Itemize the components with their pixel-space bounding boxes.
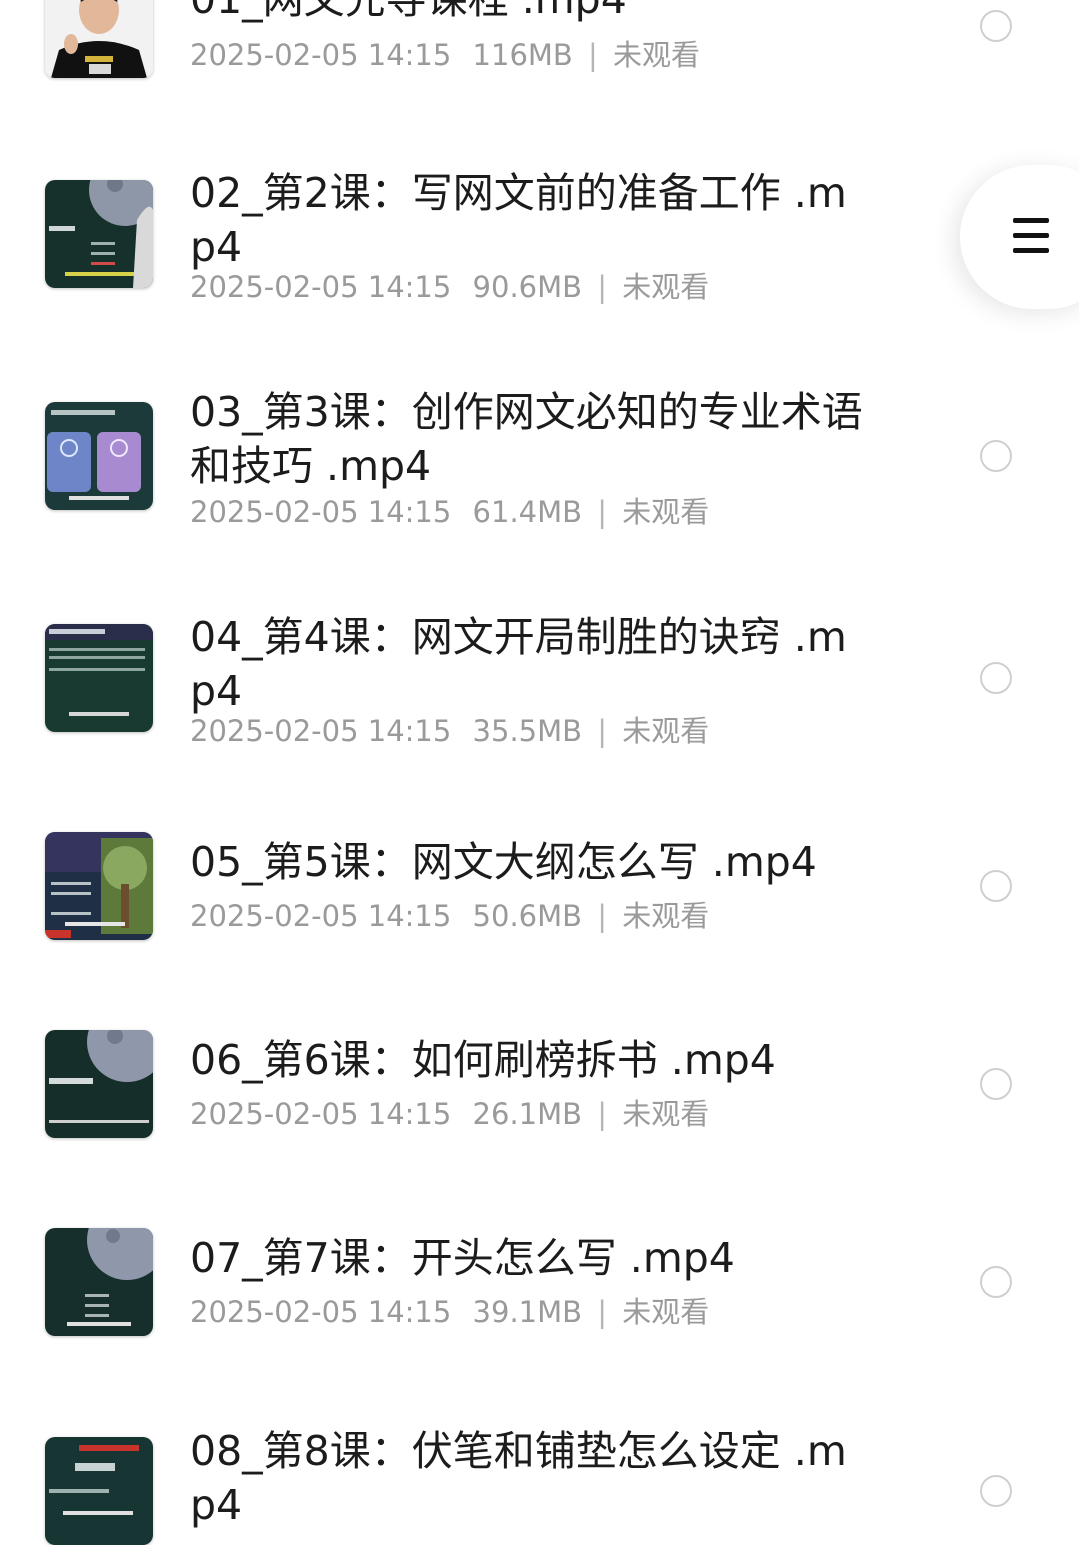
select-radio[interactable] [980,1266,1012,1298]
floating-menu-button[interactable] [960,165,1079,309]
watch-status: 未观看 [622,495,710,529]
file-name: 07_第7课：开头怎么写 .mp4 [190,1234,735,1282]
menu-icon [1013,218,1049,254]
watch-status: 未观看 [622,1295,710,1329]
select-radio[interactable] [980,1068,1012,1100]
meta-divider: | [597,495,608,529]
select-radio[interactable] [980,870,1012,902]
meta-divider: | [597,1295,608,1329]
watch-status: 未观看 [613,38,701,72]
file-size: 26.1MB [472,1097,583,1131]
file-size: 35.5MB [472,714,583,748]
meta-divider: | [597,1097,608,1131]
meta-divider: | [597,270,608,304]
file-date: 2025-02-05 14:15 [190,1295,452,1329]
file-name: 06_第6课：如何刷榜拆书 .mp4 [190,1036,776,1084]
file-meta: 2025-02-05 14:15 61.4MB | 未观看 [190,495,870,529]
file-date: 2025-02-05 14:15 [190,270,452,304]
file-meta: 2025-02-05 14:15 39.1MB | 未观看 [190,1295,870,1329]
meta-divider: | [597,714,608,748]
video-thumbnail [45,402,153,510]
select-radio[interactable] [980,440,1012,472]
file-size: 90.6MB [472,270,583,304]
select-radio[interactable] [980,10,1012,42]
file-name: 05_第5课：网文大纲怎么写 .mp4 [190,838,817,886]
video-thumbnail [45,1030,153,1138]
file-meta: 2025-02-05 14:15 90.6MB | 未观看 [190,270,870,304]
file-date: 2025-02-05 14:15 [190,714,452,748]
meta-divider: | [588,38,598,72]
file-name: 01_网文先导课程 .mp4 [190,0,870,26]
meta-divider: | [597,899,608,933]
select-radio[interactable] [980,662,1012,694]
video-thumbnail [45,1228,153,1336]
file-meta: 2025-02-05 14:15 26.1MB | 未观看 [190,1097,870,1131]
video-thumbnail [45,832,153,940]
file-size: 50.6MB [472,899,583,933]
file-size: 116MB [472,38,573,72]
file-name: 08_第8课：伏笔和铺垫怎么设定 .mp4 [190,1427,847,1529]
file-meta: 2025-02-05 14:15 50.6MB | 未观看 [190,899,870,933]
video-thumbnail [45,1437,153,1545]
select-radio[interactable] [980,1475,1012,1507]
video-thumbnail [45,180,153,288]
watch-status: 未观看 [622,270,710,304]
file-meta: 2025-02-05 14:15 116MB | 未观看 [190,38,870,72]
file-date: 2025-02-05 14:15 [190,1097,452,1131]
watch-status: 未观看 [622,899,710,933]
file-size: 39.1MB [472,1295,583,1329]
file-date: 2025-02-05 14:15 [190,899,452,933]
video-thumbnail [45,0,153,78]
watch-status: 未观看 [622,1097,710,1131]
file-size: 61.4MB [472,495,583,529]
file-date: 2025-02-05 14:15 [190,38,452,72]
file-name: 04_第4课：网文开局制胜的诀窍 .mp4 [190,613,847,715]
file-meta: 2025-02-05 14:15 35.5MB | 未观看 [190,714,870,748]
watch-status: 未观看 [622,714,710,748]
file-name: 02_第2课：写网文前的准备工作 .mp4 [190,169,847,271]
file-name: 03_第3课：创作网文必知的专业术语和技巧 .mp4 [190,388,863,490]
file-date: 2025-02-05 14:15 [190,495,452,529]
video-thumbnail [45,624,153,732]
